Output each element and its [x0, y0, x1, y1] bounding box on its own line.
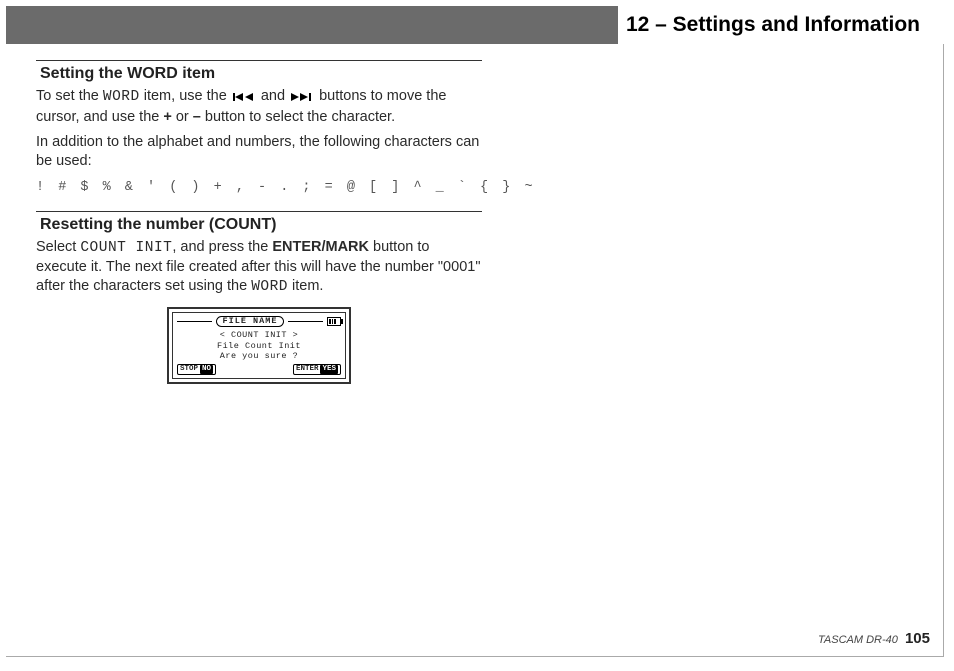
- battery-icon: [327, 317, 341, 326]
- text: item.: [288, 278, 323, 294]
- enter-mark-button-label: ENTER/MARK: [272, 239, 369, 255]
- section1-rule: [36, 60, 482, 61]
- section2-heading: Resetting the number (COUNT): [40, 216, 482, 234]
- lcd-enter-yes-button: ENTER YES: [293, 364, 341, 374]
- section2-rule: [36, 211, 482, 212]
- lcd-title-row: FILE NAME: [175, 315, 343, 328]
- text: Select: [36, 239, 80, 255]
- product-name: TASCAM DR-40: [818, 634, 898, 646]
- chapter-title: 12 – Settings and Information: [618, 6, 944, 44]
- lcd-btn-action: NO: [200, 365, 213, 373]
- lcd-btn-label: ENTER: [296, 365, 319, 373]
- word-item: WORD: [251, 279, 288, 295]
- page-footer: TASCAM DR-40 105: [818, 630, 930, 647]
- lcd-line-2: File Count Init: [175, 342, 343, 351]
- lcd-line-3: Are you sure ?: [175, 352, 343, 361]
- lcd-screenshot: FILE NAME < COUNT INIT > File Count Init…: [167, 307, 351, 384]
- minus-button-label: –: [193, 109, 201, 125]
- text: and: [261, 88, 289, 104]
- section1-p2: In addition to the alphabet and numbers,…: [36, 133, 482, 171]
- lcd-title: FILE NAME: [216, 316, 285, 327]
- lcd-divider: [177, 321, 212, 322]
- page-number: 105: [905, 630, 930, 647]
- plus-button-label: +: [163, 109, 171, 125]
- lcd-screen: FILE NAME < COUNT INIT > File Count Init…: [172, 312, 346, 379]
- special-characters-list: ! # $ % & ' ( ) + , - . ; = @ [ ] ^ _ ` …: [36, 180, 482, 195]
- lcd-footer: STOP NO ENTER YES: [175, 363, 343, 375]
- lcd-line-1: < COUNT INIT >: [175, 331, 343, 340]
- text: , and press the: [172, 239, 272, 255]
- text: To set the: [36, 88, 103, 104]
- text: or: [172, 109, 193, 125]
- chapter-title-text: 12 – Settings and Information: [624, 13, 922, 36]
- lcd-btn-label: STOP: [180, 365, 198, 373]
- count-init-item: COUNT INIT: [80, 240, 172, 256]
- lcd-body: < COUNT INIT > File Count Init Are you s…: [175, 328, 343, 363]
- next-icon: [291, 89, 313, 108]
- section1-heading: Setting the WORD item: [40, 65, 482, 83]
- section2-p1: Select COUNT INIT, and press the ENTER/M…: [36, 238, 482, 297]
- text: item, use the: [140, 88, 231, 104]
- lcd-btn-action: YES: [320, 365, 338, 373]
- section1-p1: To set the WORD item, use the and button…: [36, 87, 482, 127]
- lcd-stop-no-button: STOP NO: [177, 364, 216, 374]
- lcd-divider: [288, 321, 323, 322]
- word-item: WORD: [103, 89, 140, 105]
- body-column: Setting the WORD item To set the WORD it…: [36, 60, 482, 384]
- text: button to select the character.: [201, 109, 395, 125]
- prev-icon: [233, 89, 255, 108]
